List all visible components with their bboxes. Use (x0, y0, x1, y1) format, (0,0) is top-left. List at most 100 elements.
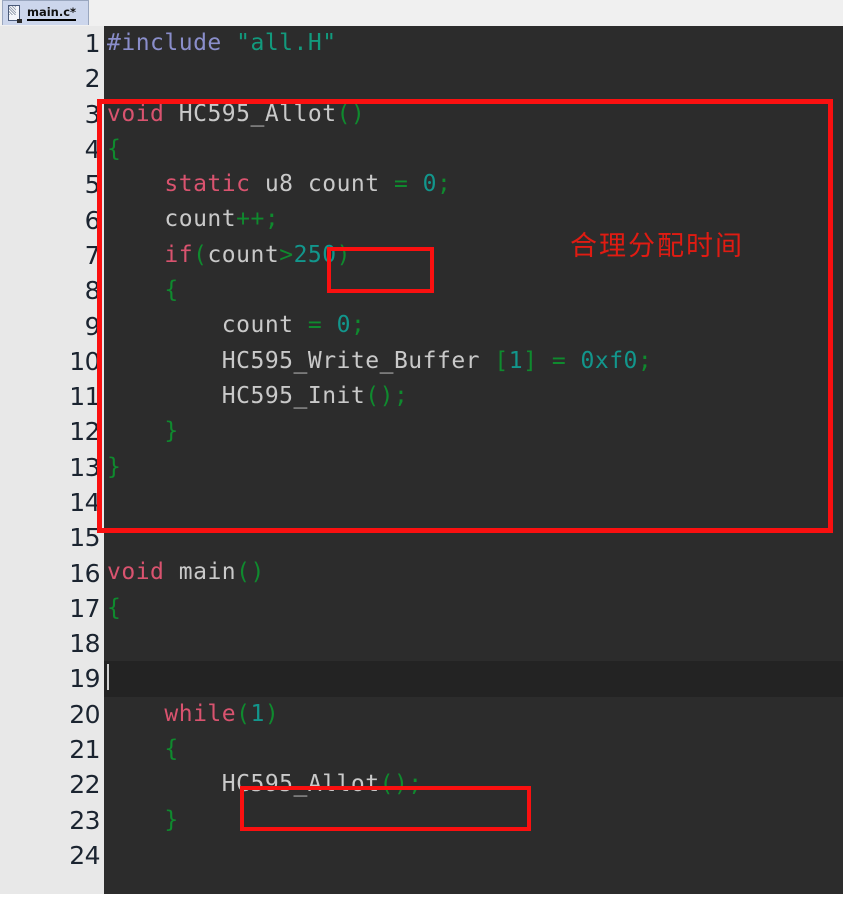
code-line-content[interactable]: count = 0; (104, 308, 843, 343)
line-number: 18 (69, 629, 100, 659)
code-line-22[interactable]: 22 HC595_Allot(); (0, 767, 843, 802)
code-token: 1 (250, 700, 265, 727)
code-rows[interactable]: 1 #include "all.H" 2 3 void HC595_Allot() 4{5… (0, 26, 843, 873)
line-number: 8 (84, 276, 101, 306)
line-number: 19 (69, 664, 100, 694)
code-line-10[interactable]: 10 HC595_Write_Buffer [1] = 0xf0; (0, 344, 843, 379)
code-token: } (107, 806, 179, 833)
code-line-content[interactable]: { (104, 591, 843, 626)
code-token: count (207, 241, 280, 268)
line-number: 3 (84, 99, 101, 129)
line-number: 13 (69, 452, 100, 482)
line-number: 9 (84, 311, 101, 341)
code-line-content[interactable] (104, 61, 843, 96)
line-number: 17 (69, 593, 100, 623)
code-line-16[interactable]: 16 void main() (0, 555, 843, 590)
line-number: 22 (69, 770, 100, 800)
code-line-24[interactable]: 24 (0, 838, 843, 873)
code-token: ) (336, 241, 351, 268)
code-line-content[interactable] (104, 520, 843, 555)
code-token: } (107, 453, 122, 480)
code-line-content[interactable]: while(1) (104, 697, 843, 732)
code-line-9[interactable]: 9 count = 0; (0, 308, 843, 343)
tab-main-c[interactable]: main.c* (2, 0, 90, 25)
code-token: [ (494, 347, 509, 374)
code-line-content[interactable] (104, 626, 843, 661)
code-token: HC595_Init (221, 382, 366, 409)
code-token: static (164, 171, 265, 198)
code-token: count (164, 206, 237, 233)
line-number: 10 (69, 346, 100, 376)
code-line-content[interactable]: { (104, 732, 843, 767)
code-line-21[interactable]: 21 { (0, 732, 843, 767)
line-number: 16 (69, 558, 100, 588)
code-line-content[interactable]: void HC595_Allot() (104, 97, 843, 132)
line-number: 1 (84, 29, 101, 59)
code-token: = (551, 347, 581, 374)
text-caret (107, 663, 109, 690)
code-token: = (393, 171, 423, 198)
code-token: while (164, 700, 237, 727)
code-line-17[interactable]: 17 { (0, 591, 843, 626)
code-line-11[interactable]: 11 HC595_Init(); (0, 379, 843, 414)
code-token: > (279, 241, 294, 268)
code-token: "all.H" (236, 30, 337, 56)
code-line-content[interactable]: static u8 count = 0; (104, 167, 843, 202)
code-token: ( (236, 700, 251, 727)
code-token: ) (264, 700, 280, 727)
line-number: 20 (69, 699, 100, 729)
code-line-content[interactable]: { (104, 132, 843, 167)
document-icon (7, 4, 22, 23)
code-token: HC595_Write_Buffer (221, 347, 495, 374)
code-line-14[interactable]: 14 (0, 485, 843, 520)
editor-bottom-filler (0, 894, 843, 912)
code-token: = (307, 312, 337, 339)
code-token: void (107, 559, 179, 586)
tab-bar-background (0, 0, 843, 26)
code-line-content[interactable]: } (104, 414, 843, 449)
code-token: 250 (293, 241, 337, 268)
code-line-content[interactable]: HC595_Allot(); (104, 767, 843, 802)
code-line-content[interactable]: HC595_Write_Buffer [1] = 0xf0; (104, 344, 843, 379)
code-line-2[interactable]: 2 (0, 61, 843, 96)
line-number: 14 (69, 488, 100, 517)
code-token: { (107, 735, 179, 762)
code-line-content[interactable]: HC595_Init(); (104, 379, 843, 414)
editor-body: 1 #include "all.H" 2 3 void HC595_Allot() 4{5… (0, 26, 843, 912)
code-line-content[interactable]: } (104, 803, 843, 838)
code-line-20[interactable]: 20 while(1) (0, 697, 843, 732)
code-line-8[interactable]: 8 { (0, 273, 843, 308)
code-token: ++; (236, 206, 280, 233)
code-token: (); (379, 771, 423, 798)
code-line-content[interactable]: #include "all.H" (104, 26, 843, 61)
code-line-19[interactable]: 19 (0, 661, 843, 697)
code-line-5[interactable]: 5 static u8 count = 0; (0, 167, 843, 202)
code-line-content[interactable]: } (104, 450, 843, 485)
code-line-content[interactable] (104, 485, 843, 520)
code-line-content[interactable]: void main() (104, 555, 843, 590)
code-line-12[interactable]: 12 } (0, 414, 843, 449)
tab-label: main.c* (27, 5, 77, 21)
code-line-13[interactable]: 13} (0, 450, 843, 485)
code-token: main (178, 559, 237, 586)
line-number: 11 (69, 382, 100, 412)
code-line-content[interactable] (104, 838, 843, 873)
code-token: #include (107, 30, 237, 56)
code-line-4[interactable]: 4{ (0, 132, 843, 167)
code-line-15[interactable]: 15 (0, 520, 843, 555)
code-line-1[interactable]: 1 #include "all.H" (0, 26, 843, 61)
line-number: 2 (84, 64, 101, 94)
code-line-3[interactable]: 3 void HC595_Allot() (0, 97, 843, 132)
code-line-content[interactable]: { (104, 273, 843, 308)
code-line-23[interactable]: 23 } (0, 803, 843, 838)
line-number: 4 (84, 135, 101, 165)
code-token: { (107, 594, 122, 621)
code-token: HC595_Allot (221, 771, 380, 798)
code-line-18[interactable]: 18 (0, 626, 843, 661)
code-line-content[interactable] (104, 661, 843, 697)
code-token: count (221, 312, 308, 339)
code-token: if (164, 241, 194, 268)
